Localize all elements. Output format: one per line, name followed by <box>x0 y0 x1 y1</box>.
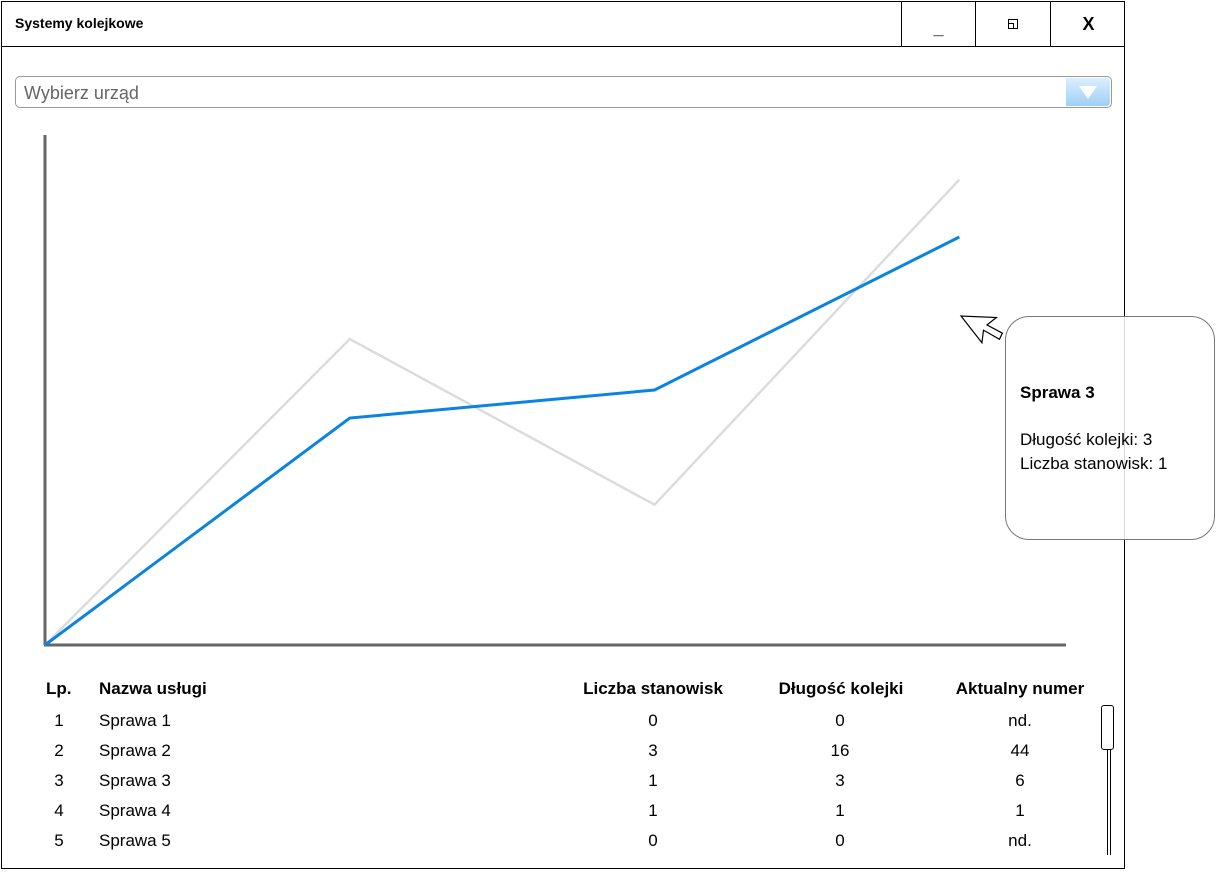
cursor-icon <box>959 315 1004 345</box>
tooltip-title: Sprawa 3 <box>1020 383 1095 402</box>
scrollbar-track[interactable] <box>1107 750 1111 855</box>
table-scrollbar[interactable] <box>1101 705 1117 857</box>
tooltip-stations: Liczba stanowisk: 1 <box>1020 454 1168 473</box>
series-line-2[interactable] <box>44 178 961 646</box>
chart-tooltip: Sprawa 3 Długość kolejki: 3 Liczba stano… <box>1005 316 1215 540</box>
tooltip-queue-length: Długość kolejki: 3 <box>1020 430 1153 449</box>
series-line-1[interactable] <box>44 235 961 647</box>
scrollbar-thumb[interactable] <box>1101 705 1114 750</box>
